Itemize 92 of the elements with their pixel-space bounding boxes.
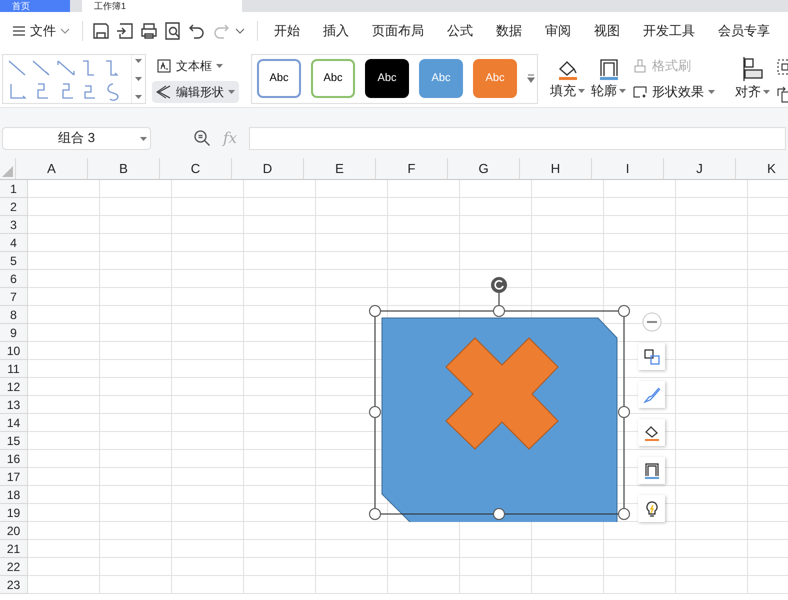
formula-input[interactable] [249, 126, 786, 150]
brush-tool-button[interactable] [638, 381, 665, 408]
column-header[interactable]: D [232, 158, 304, 179]
outline-button[interactable]: 轮廓 [591, 80, 626, 100]
row-header[interactable]: 22 [0, 558, 28, 576]
more-icon[interactable] [527, 74, 535, 84]
save-icon[interactable] [91, 21, 111, 41]
caret-icon [135, 58, 142, 62]
row-header[interactable]: 20 [0, 522, 28, 540]
caret-icon [140, 136, 147, 140]
ribbon-tab[interactable]: 数据 [496, 17, 522, 45]
ribbon-tab[interactable]: 插入 [323, 17, 349, 45]
row-header[interactable]: 13 [0, 396, 28, 414]
row-header[interactable]: 4 [0, 234, 28, 252]
align-icon[interactable] [740, 56, 764, 82]
chevron-icon[interactable] [235, 28, 245, 34]
edit-shape-button[interactable]: 编辑形状 [152, 80, 239, 102]
chevron-icon [60, 28, 70, 34]
menu-icon [12, 25, 26, 37]
column-header[interactable]: F [376, 158, 448, 179]
document-tab[interactable]: 首页 [0, 0, 70, 12]
name-box[interactable]: 组合 3 [2, 126, 151, 150]
zoom-icon[interactable] [193, 129, 211, 147]
row-header[interactable]: 8 [0, 306, 28, 324]
ribbon-tab[interactable]: 开始 [274, 17, 300, 45]
file-menu[interactable]: 文件 [8, 21, 74, 41]
row-header[interactable]: 15 [0, 432, 28, 450]
ribbon-tab[interactable]: 视图 [594, 17, 620, 45]
row-header[interactable]: 16 [0, 450, 28, 468]
combine-tool-button[interactable] [638, 343, 665, 370]
column-header[interactable]: J [664, 158, 736, 179]
column-header[interactable]: B [88, 158, 160, 179]
column-header[interactable]: E [304, 158, 376, 179]
caret-icon [228, 90, 235, 94]
overlap-squares-icon [642, 348, 660, 366]
caret-icon [763, 90, 770, 94]
cell-grid[interactable] [28, 180, 788, 594]
export-icon[interactable] [115, 21, 135, 41]
fill-icon [642, 424, 660, 442]
row-header[interactable]: 3 [0, 216, 28, 234]
column-header[interactable]: A [16, 158, 88, 179]
edit-shape-icon [156, 84, 172, 100]
shape-group-drawing[interactable] [368, 276, 632, 522]
caret-icon [578, 88, 585, 92]
row-header[interactable]: 17 [0, 468, 28, 486]
ribbon-tab[interactable]: 页面布局 [372, 17, 424, 45]
caret-icon [619, 88, 626, 92]
row-header[interactable]: 18 [0, 486, 28, 504]
column-header[interactable]: G [448, 158, 520, 179]
caret-icon [135, 94, 142, 98]
brush-icon [642, 386, 660, 404]
caret-icon [135, 76, 142, 80]
column-header[interactable]: K [736, 158, 788, 179]
print-icon[interactable] [139, 21, 159, 41]
shape-style[interactable]: Abc [365, 59, 409, 98]
column-header[interactable]: I [592, 158, 664, 179]
ribbon-tab[interactable]: 公式 [447, 17, 473, 45]
row-header[interactable]: 12 [0, 378, 28, 396]
text-box-button[interactable]: 文本框 [152, 54, 239, 76]
row-header[interactable]: 21 [0, 540, 28, 558]
shape-effects-icon [632, 84, 648, 100]
fill-tool-button[interactable] [638, 419, 665, 446]
document-tab[interactable]: 工作簿1 [82, 0, 242, 12]
shape-style[interactable]: Abc [257, 59, 301, 98]
text-box-icon [156, 58, 172, 74]
ribbon-tab[interactable]: 审阅 [545, 17, 571, 45]
row-header[interactable]: 9 [0, 324, 28, 342]
align-button[interactable]: 对齐 [735, 82, 770, 102]
outline-tool-button[interactable] [638, 457, 665, 484]
column-header[interactable]: C [160, 158, 232, 179]
outline-icon [642, 462, 660, 480]
row-header[interactable]: 14 [0, 414, 28, 432]
row-header[interactable]: 1 [0, 180, 28, 198]
row-header[interactable]: 11 [0, 360, 28, 378]
collapse-icon[interactable] [642, 312, 662, 332]
row-header[interactable]: 19 [0, 504, 28, 522]
ribbon-tab[interactable]: 开发工具 [643, 17, 695, 45]
row-header[interactable]: 2 [0, 198, 28, 216]
bulb-tool-button[interactable] [638, 495, 665, 522]
column-header[interactable]: H [520, 158, 592, 179]
fill-button[interactable]: 填充 [550, 80, 585, 100]
ribbon-tab[interactable]: 会员专享 [718, 17, 770, 45]
shape-style[interactable]: Abc [311, 59, 355, 98]
caret-icon [216, 64, 223, 68]
row-header[interactable]: 5 [0, 252, 28, 270]
row-header[interactable]: 10 [0, 342, 28, 360]
row-header[interactable]: 7 [0, 288, 28, 306]
row-header[interactable]: 23 [0, 576, 28, 594]
brush-icon [632, 58, 648, 74]
row-header[interactable]: 6 [0, 270, 28, 288]
shape-effects-button[interactable]: 形状效果 [632, 80, 715, 102]
caret-icon [708, 90, 715, 94]
